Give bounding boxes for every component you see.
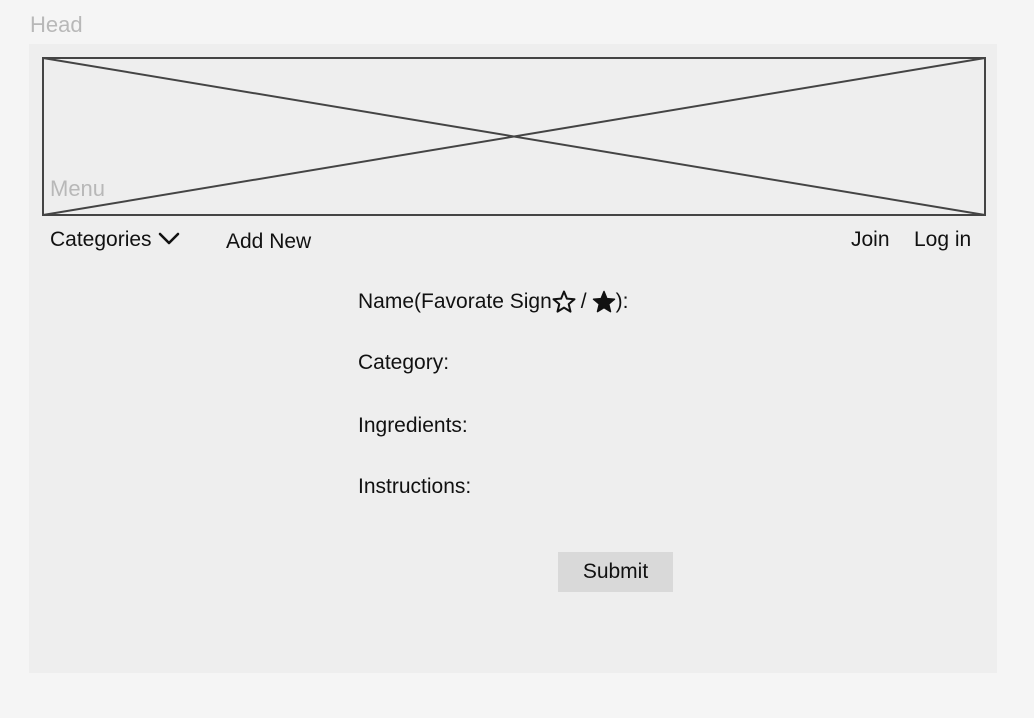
categories-dropdown[interactable]: Categories (50, 228, 180, 252)
name-label-text: Name(Favorate Sign (358, 290, 552, 313)
categories-label: Categories (50, 228, 152, 251)
add-new-link[interactable]: Add New (226, 230, 311, 254)
banner-image-placeholder (42, 57, 986, 216)
star-filled-icon[interactable] (592, 290, 616, 314)
submit-button[interactable]: Submit (558, 552, 673, 592)
instructions-field-label: Instructions: (358, 475, 472, 498)
name-label-suffix: ): (615, 290, 629, 313)
chevron-down-icon (158, 228, 180, 252)
head-label: Head (30, 12, 83, 37)
ingredients-field-label: Ingredients: (358, 414, 468, 437)
star-outline-icon[interactable] (552, 290, 576, 314)
category-field-label: Category: (358, 351, 450, 374)
menu-label: Menu (50, 176, 106, 201)
join-link[interactable]: Join (851, 228, 890, 252)
name-label-slash: / (580, 290, 587, 313)
name-field-label: Name(Favorate Sign / ): (358, 290, 628, 314)
login-link[interactable]: Log in (914, 228, 971, 252)
